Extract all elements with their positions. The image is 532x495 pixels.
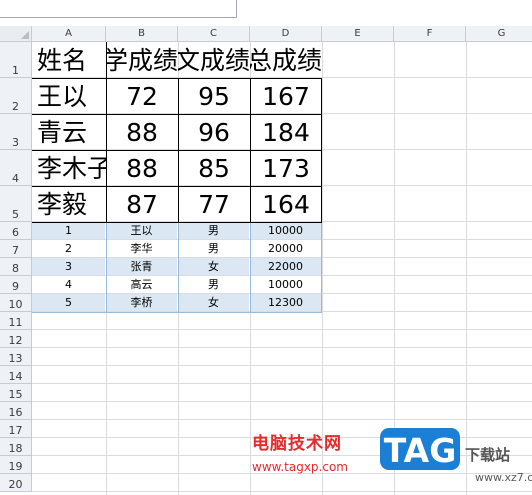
row-header[interactable]: 7 (0, 240, 32, 258)
row-header[interactable]: 9 (0, 276, 32, 294)
row-header[interactable]: 5 (0, 186, 32, 222)
column-header-c[interactable]: C (178, 26, 250, 42)
list-table-cell[interactable]: 李桥 (106, 294, 177, 311)
table-cell[interactable]: 88 (106, 114, 178, 150)
table-cell[interactable]: 164 (250, 186, 322, 222)
row-header[interactable]: 16 (0, 402, 32, 420)
list-table-cell[interactable]: 5 (32, 294, 105, 311)
list-table-cell[interactable]: 男 (178, 240, 249, 257)
list-table-cell[interactable]: 22000 (250, 258, 321, 275)
watermark-download-url: www.xz7.com (475, 471, 532, 484)
row-header[interactable]: 19 (0, 456, 32, 474)
row-header[interactable]: 11 (0, 312, 32, 330)
select-all-corner[interactable] (0, 26, 32, 42)
list-table-cell[interactable]: 男 (178, 276, 249, 293)
table-header-cell[interactable]: 语文成绩 (178, 42, 250, 78)
table-cell[interactable]: 青云 (32, 114, 106, 150)
svg-text:TAG: TAG (384, 431, 457, 470)
row-header[interactable]: 10 (0, 294, 32, 312)
row-header[interactable]: 12 (0, 330, 32, 348)
watermark-download-label: 下载站 (465, 446, 511, 464)
row-header[interactable]: 1 (0, 42, 32, 78)
row-header[interactable]: 2 (0, 78, 32, 114)
row-header[interactable]: 6 (0, 222, 32, 240)
column-header-f[interactable]: F (394, 26, 466, 42)
row-header[interactable]: 18 (0, 438, 32, 456)
name-box[interactable] (0, 0, 237, 18)
table-header-cell[interactable]: 姓名 (32, 42, 106, 78)
list-table-cell[interactable]: 张青 (106, 258, 177, 275)
row-header[interactable]: 4 (0, 150, 32, 186)
table-cell[interactable]: 173 (250, 150, 322, 186)
table-cell[interactable]: 王以 (32, 78, 106, 114)
table-header-cell[interactable]: 数学成绩 (106, 42, 178, 78)
list-table-cell[interactable]: 2 (32, 240, 105, 257)
list-table-cell[interactable]: 男 (178, 222, 249, 239)
table-cell[interactable]: 李木子 (32, 150, 106, 186)
table-cell[interactable]: 李毅 (32, 186, 106, 222)
row-header[interactable]: 20 (0, 474, 32, 492)
table-cell[interactable]: 167 (250, 78, 322, 114)
row-header[interactable]: 3 (0, 114, 32, 150)
table-cell[interactable]: 72 (106, 78, 178, 114)
list-table-cell[interactable]: 李华 (106, 240, 177, 257)
list-table-cell[interactable]: 10000 (250, 222, 321, 239)
column-header-b[interactable]: B (106, 26, 178, 42)
row-header[interactable]: 13 (0, 348, 32, 366)
table-cell[interactable]: 87 (106, 186, 178, 222)
table-cell[interactable]: 184 (250, 114, 322, 150)
tag-logo-icon: TAG (380, 428, 460, 470)
watermark-site-name: 电脑技术网 (252, 434, 342, 454)
table-cell[interactable]: 88 (106, 150, 178, 186)
list-table-cell[interactable]: 王以 (106, 222, 177, 239)
table-cell[interactable]: 85 (178, 150, 250, 186)
row-header[interactable]: 14 (0, 366, 32, 384)
row-header[interactable]: 17 (0, 420, 32, 438)
list-table-cell[interactable]: 3 (32, 258, 105, 275)
table-cell[interactable]: 77 (178, 186, 250, 222)
list-table-cell[interactable]: 12300 (250, 294, 321, 311)
table-cell[interactable]: 96 (178, 114, 250, 150)
column-header-g[interactable]: G (466, 26, 532, 42)
column-header-d[interactable]: D (250, 26, 322, 42)
list-table-cell[interactable]: 20000 (250, 240, 321, 257)
column-header-e[interactable]: E (322, 26, 394, 42)
table-cell[interactable]: 95 (178, 78, 250, 114)
list-table-cell[interactable]: 女 (178, 258, 249, 275)
watermark-site-url: www.tagxp.com (252, 460, 348, 474)
row-header[interactable]: 8 (0, 258, 32, 276)
list-table-cell[interactable]: 4 (32, 276, 105, 293)
list-table-cell[interactable]: 高云 (106, 276, 177, 293)
row-header[interactable]: 15 (0, 384, 32, 402)
list-table-cell[interactable]: 1 (32, 222, 105, 239)
table-header-cell[interactable]: 总成绩 (250, 42, 322, 78)
formula-bar-area (0, 0, 532, 26)
list-table-cell[interactable]: 女 (178, 294, 249, 311)
list-table-cell[interactable]: 10000 (250, 276, 321, 293)
column-header-a[interactable]: A (32, 26, 106, 42)
